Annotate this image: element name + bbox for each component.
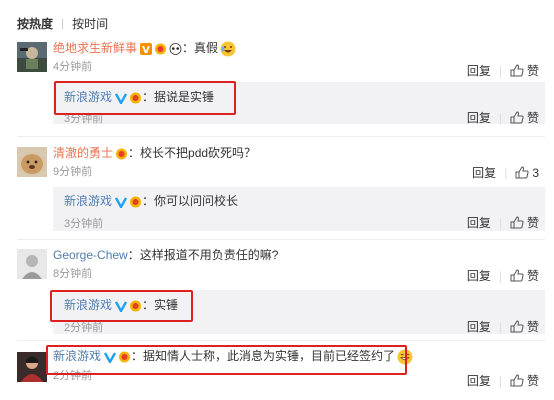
action-divider: |	[504, 165, 508, 180]
like-label: 赞	[526, 111, 539, 125]
reply-actions: 回复 | 赞	[467, 214, 539, 231]
comment-username[interactable]: George-Chew	[53, 247, 128, 264]
verified-v-icon	[115, 300, 128, 312]
reply-button[interactable]: 回复	[467, 109, 491, 126]
comment-text: ：校长不把pdd砍死吗？	[128, 146, 257, 160]
reply-button[interactable]: 回复	[467, 372, 491, 389]
reply-time: 3分钟前	[64, 218, 104, 230]
action-divider: |	[498, 319, 502, 334]
action-divider: |	[498, 268, 502, 283]
reply-username[interactable]: 新浪游戏	[64, 297, 112, 314]
vip-level-icon	[115, 148, 128, 160]
like-label: 赞	[526, 269, 539, 283]
comment-actions: 回复 | 3	[472, 164, 539, 181]
avatar[interactable]	[17, 147, 47, 177]
vip-v-badge-icon: V	[140, 42, 153, 55]
verified-v-icon	[104, 351, 117, 363]
reply-item: 新浪游戏 ：据说是实锤 3分钟前 回复 | 赞	[53, 82, 545, 126]
comment-text: ：真假	[182, 41, 219, 55]
grin-emoji-icon	[397, 349, 413, 365]
action-divider: |	[498, 110, 502, 125]
reply-button[interactable]: 回复	[472, 164, 496, 181]
reply-item: 新浪游戏 ：实锤 2分钟前 回复 | 赞	[53, 290, 545, 334]
like-label: 赞	[526, 374, 539, 388]
reply-button[interactable]: 回复	[467, 214, 491, 231]
reply-actions: 回复 | 赞	[467, 318, 539, 335]
like-button[interactable]: 赞	[510, 214, 539, 231]
comment-header: 清澈的勇士 ：校长不把pdd砍死吗？	[53, 145, 545, 162]
vip-level-icon	[129, 196, 142, 208]
reply-text: ：实锤	[142, 298, 179, 312]
vip-level-icon	[118, 351, 131, 363]
verified-v-icon	[115, 196, 128, 208]
thumbs-up-icon	[510, 320, 524, 333]
like-button[interactable]: 赞	[510, 109, 539, 126]
like-button[interactable]: 赞	[510, 267, 539, 284]
vip-level-icon	[154, 43, 167, 55]
reply-header: 新浪游戏 ：实锤	[64, 297, 178, 314]
comment-header: George-Chew ：这样报道不用负责任的嘛?	[53, 247, 545, 264]
reply-username[interactable]: 新浪游戏	[64, 89, 112, 106]
reply-button[interactable]: 回复	[467, 267, 491, 284]
action-divider: |	[498, 215, 502, 230]
divider	[17, 340, 545, 341]
comment-header: 绝地求生新鲜事 V ：真假	[53, 40, 545, 57]
like-label: 赞	[526, 64, 539, 78]
like-button[interactable]: 赞	[510, 318, 539, 335]
comment-actions: 回复 | 赞	[467, 372, 539, 389]
comment-username[interactable]: 新浪游戏	[53, 348, 101, 365]
like-label: 赞	[526, 216, 539, 230]
reply-button[interactable]: 回复	[467, 62, 491, 79]
thumbs-up-icon	[515, 166, 529, 179]
divider	[17, 239, 545, 240]
avatar[interactable]	[17, 42, 47, 72]
reply-actions: 回复 | 赞	[467, 109, 539, 126]
comment-username[interactable]: 清澈的勇士	[53, 145, 113, 162]
sort-divider: |	[61, 16, 65, 30]
like-label: 赞	[526, 320, 539, 334]
reply-header: 新浪游戏 ：你可以问问校长	[64, 193, 238, 210]
like-button[interactable]: 赞	[510, 62, 539, 79]
thumbs-up-icon	[510, 111, 524, 124]
action-divider: |	[498, 63, 502, 78]
reply-button[interactable]: 回复	[467, 318, 491, 335]
like-button[interactable]: 赞	[510, 372, 539, 389]
action-divider: |	[498, 373, 502, 388]
verified-v-icon	[115, 92, 128, 104]
comment-actions: 回复 | 赞	[467, 267, 539, 284]
thumbs-up-icon	[510, 269, 524, 282]
vip-level-icon	[129, 300, 142, 312]
comment-item: 新浪游戏 ：据知情人士称，此消息为实锤，目前已经签约了 2分钟前 回复 | 赞	[17, 347, 545, 397]
comment-text: ：这样报道不用负责任的嘛?	[127, 248, 279, 262]
thumbs-up-icon	[510, 64, 524, 77]
comment-header: 新浪游戏 ：据知情人士称，此消息为实锤，目前已经签约了	[53, 348, 545, 365]
reply-item: 新浪游戏 ：你可以问问校长 3分钟前 回复 | 赞	[53, 187, 545, 231]
thumbs-up-icon	[510, 374, 524, 387]
like-button[interactable]: 3	[515, 166, 539, 180]
reply-time: 3分钟前	[64, 113, 104, 125]
reply-time: 2分钟前	[64, 322, 104, 334]
reply-text: ：你可以问问校长	[142, 194, 239, 208]
comment-actions: 回复 | 赞	[467, 62, 539, 79]
avatar[interactable]	[17, 249, 47, 279]
sort-bar: 按热度 | 按时间	[17, 14, 108, 32]
divider	[17, 136, 545, 137]
vip-level-icon	[129, 92, 142, 104]
avatar[interactable]	[17, 352, 47, 382]
reply-text: ：据说是实锤	[142, 90, 215, 104]
reply-header: 新浪游戏 ：据说是实锤	[64, 89, 214, 106]
sort-by-hot[interactable]: 按热度	[17, 15, 53, 32]
comment-username[interactable]: 绝地求生新鲜事	[53, 40, 137, 57]
sort-by-time[interactable]: 按时间	[72, 15, 108, 32]
reply-username[interactable]: 新浪游戏	[64, 193, 112, 210]
thumbs-up-icon	[510, 216, 524, 229]
like-count: 3	[532, 165, 539, 180]
laugh-cry-emoji-icon	[220, 41, 236, 57]
svg-text:V: V	[142, 45, 150, 55]
comment-text: ：据知情人士称，此消息为实锤，目前已经签约了	[131, 349, 396, 363]
panda-emoji-icon	[169, 42, 182, 55]
